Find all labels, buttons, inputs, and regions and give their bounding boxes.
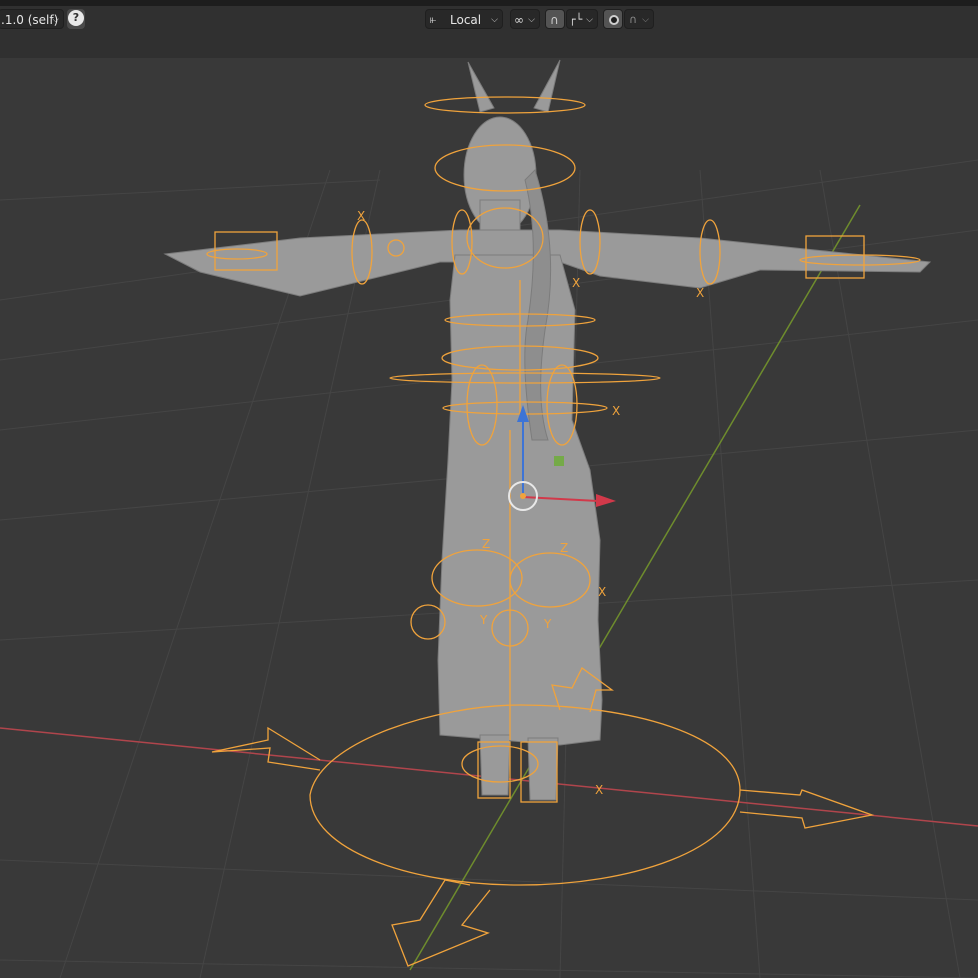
axis-label: Y (479, 613, 488, 627)
chevron-down-icon: ⌵ (52, 15, 59, 25)
axis-label: Z (560, 541, 568, 555)
snap-target-dropdown[interactable]: ∞ ⌵ (510, 9, 540, 29)
axis-label: X (595, 783, 603, 797)
chevron-down-icon: ⌵ (491, 15, 498, 25)
character-mesh[interactable] (163, 59, 932, 801)
blender-window: .1.0 (self) ⌵ ? ⫦ Local ⌵ ∞ ⌵ ∩ ┌└ ⌵ ∩ ⌵ (0, 0, 978, 978)
axis-label: X (572, 276, 580, 290)
snap-increment-dropdown[interactable]: ┌└ ⌵ (566, 9, 598, 29)
link-icon: ∞ (514, 13, 524, 27)
axis-label: Z (482, 537, 490, 551)
transform-pivot-dropdown[interactable]: ⫦ Local ⌵ (425, 9, 503, 29)
falloff-curve-icon: ∩ (629, 13, 638, 26)
falloff-dropdown[interactable]: ∩ ⌵ (624, 9, 654, 29)
proportional-edit-button[interactable] (603, 9, 623, 29)
chevron-down-icon: ⌵ (586, 15, 593, 25)
snap-toggle-button[interactable]: ∩ (545, 9, 565, 29)
chevron-down-icon: ⌵ (642, 15, 649, 25)
axis-label: X (696, 286, 704, 300)
header-region (0, 34, 978, 58)
axis-label: X (612, 404, 620, 418)
help-button[interactable]: ? (67, 9, 85, 29)
axis-label: X (598, 585, 606, 599)
increment-icon: ┌└ (569, 13, 583, 26)
3d-viewport[interactable]: X X X X X X Y Y Z Z (0, 58, 978, 978)
version-label: .1.0 (self) (1, 13, 59, 27)
pivot-label: Local (450, 13, 482, 27)
version-dropdown[interactable]: .1.0 (self) ⌵ (0, 9, 64, 29)
axis-label: X (357, 209, 365, 223)
pivot-point-icon: ⫦ (430, 13, 437, 26)
chevron-down-icon: ⌵ (528, 15, 535, 25)
proportional-edit-icon (609, 15, 619, 25)
magnet-icon: ∩ (550, 13, 559, 27)
help-icon: ? (68, 10, 84, 26)
viewport-header: .1.0 (self) ⌵ ? ⫦ Local ⌵ ∞ ⌵ ∩ ┌└ ⌵ ∩ ⌵ (0, 6, 978, 34)
axis-label: Y (543, 617, 552, 631)
viewport-scene[interactable]: X X X X X X Y Y Z Z (0, 58, 978, 978)
